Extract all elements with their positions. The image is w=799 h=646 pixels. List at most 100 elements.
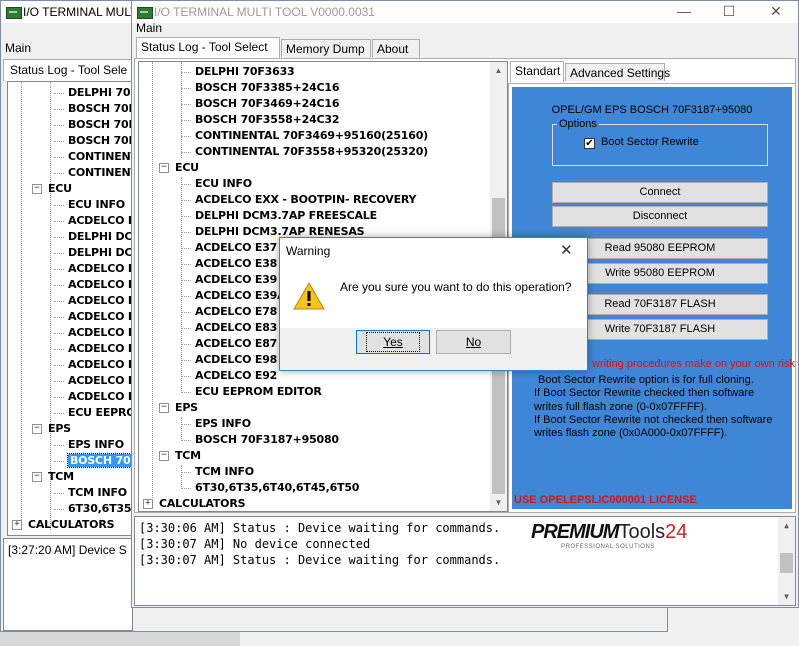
minimize-button[interactable]: — — [662, 1, 706, 21]
log-scrollbar[interactable]: ▲ ▼ — [778, 517, 795, 605]
tree-item[interactable]: ECU EEPROM EDITOR — [195, 385, 322, 398]
tree-item[interactable]: CONTINENTAL 70F3469+95160(25160) — [195, 129, 428, 142]
back-tab-status[interactable]: Status Log - Tool Sele — [3, 59, 133, 81]
tree-item[interactable]: DELPHI DCM3.7AP FREESCALE — [195, 209, 377, 222]
tree-item[interactable]: ACDELCO E98 — [195, 353, 277, 366]
tree-item[interactable]: BOSCH 70F3 — [68, 118, 134, 131]
tree-item[interactable]: BOSCH 70F3187+95080 — [195, 433, 339, 446]
tab-status-log[interactable]: Status Log - Tool Select — [136, 37, 280, 58]
tree-group-eps[interactable]: EPS — [48, 422, 71, 435]
tree-item[interactable]: ACDELCO E9 — [68, 390, 134, 403]
expand-icon[interactable]: + — [143, 499, 153, 509]
tree-item[interactable]: ACDELCO E9 — [68, 374, 134, 387]
tree-item[interactable]: EPS INFO — [195, 417, 251, 430]
tree-item[interactable]: CONTINENTAL 70F3558+95320(25320) — [195, 145, 428, 158]
tree-item[interactable]: ACDELCO E39A — [195, 289, 286, 302]
tree-connector — [181, 216, 191, 217]
tree-item[interactable]: BOSCH 70F3 — [68, 134, 134, 147]
tree-item[interactable]: ACDELCO E3 — [68, 278, 134, 291]
tree-connector — [54, 93, 64, 94]
tree-item[interactable]: ECU INFO — [68, 198, 125, 211]
tree-item[interactable]: ACDELCO E39 — [195, 273, 277, 286]
collapse-icon[interactable]: − — [32, 424, 42, 434]
tree-item[interactable]: DELPHI 70F — [68, 86, 134, 99]
tree-connector — [181, 104, 191, 105]
tree-connector — [181, 344, 191, 345]
tree-group-calculators[interactable]: CALCULATORS — [28, 518, 115, 531]
tree-item[interactable]: 6T30,6T35,6 — [68, 502, 134, 515]
tree-item[interactable]: ACDELCO E8 — [68, 342, 134, 355]
collapse-icon[interactable]: − — [32, 472, 42, 482]
tree-item[interactable]: EPS INFO — [68, 438, 124, 451]
tree-item[interactable]: ACDELCO E38 — [195, 257, 277, 270]
tree-item[interactable]: ACDELCO E3 — [68, 294, 134, 307]
tree-connector — [181, 200, 191, 201]
tab-about[interactable]: About — [372, 39, 420, 57]
back-menu-main[interactable]: Main — [5, 41, 31, 55]
tree-item[interactable]: ECU INFO — [195, 177, 252, 190]
warning-icon — [293, 281, 325, 310]
tree-item[interactable]: CONTINENTA — [68, 166, 134, 179]
tree-item[interactable]: CONTINENTA — [68, 150, 134, 163]
tree-item[interactable]: BOSCH 70F3558+24C32 — [195, 113, 340, 126]
tree-connector — [181, 392, 191, 393]
close-button[interactable]: ✕ — [754, 1, 798, 21]
connect-button[interactable]: Connect — [552, 182, 768, 203]
tab-memory-dump[interactable]: Memory Dump — [281, 39, 371, 57]
tree-item[interactable]: ACDELCO E7 — [68, 326, 134, 339]
tree-item[interactable]: ACDELCO E87 — [195, 337, 277, 350]
disconnect-button[interactable]: Disconnect — [552, 206, 768, 227]
tree-connector — [181, 177, 182, 393]
no-button[interactable]: No — [436, 330, 511, 354]
dialog-titlebar[interactable]: Warning ✕ — [280, 238, 587, 264]
tree-group-tcm[interactable]: TCM — [175, 449, 201, 462]
tree-item[interactable]: DELPHI DCN — [68, 230, 134, 243]
tree-group-eps[interactable]: EPS — [175, 401, 198, 414]
tree-group-calculators[interactable]: CALCULATORS — [159, 497, 246, 510]
tree-item[interactable]: TCM INFO — [195, 465, 254, 478]
expand-icon[interactable]: + — [12, 520, 22, 530]
taskbar-strip — [0, 632, 240, 646]
boot-sector-checkbox[interactable]: ✔ — [584, 138, 595, 149]
yes-button[interactable]: Yes — [356, 330, 430, 354]
tree-item[interactable]: ACDELCO EXX - BOOTPIN- RECOVERY — [195, 193, 417, 206]
scroll-up-arrow-icon[interactable]: ▲ — [490, 62, 507, 79]
tree-item[interactable]: ACDELCO E8 — [68, 358, 134, 371]
tree-item[interactable]: DELPHI 70F3633 — [195, 65, 295, 78]
log-scroll-thumb[interactable] — [780, 553, 793, 573]
tree-item[interactable]: ACDELCO EX — [68, 214, 134, 227]
front-titlebar[interactable]: I/O TERMINAL MULTI TOOL V0000.0031 — ☐ ✕ — [132, 1, 798, 23]
tree-item[interactable]: ECU EEPRON — [68, 406, 134, 419]
tree-group-ecu[interactable]: ECU — [175, 161, 199, 174]
tree-item[interactable]: ACDELCO E92 — [195, 369, 277, 382]
tree-item[interactable]: DELPHI DCN — [68, 246, 134, 259]
tab-standart[interactable]: Standart — [510, 61, 564, 82]
info-line: If Boot Sector Rewrite checked then soft… — [534, 387, 755, 400]
collapse-icon[interactable]: − — [32, 184, 42, 194]
maximize-button[interactable]: ☐ — [707, 1, 751, 21]
boot-sector-label[interactable]: Boot Sector Rewrite — [601, 136, 699, 148]
tree-item[interactable]: BOSCH 70F3469+24C16 — [195, 97, 340, 110]
tree-item[interactable]: BOSCH 70F3 — [68, 102, 134, 115]
tree-item[interactable]: BOSCH 70F3385+24C16 — [195, 81, 340, 94]
tree-item[interactable]: 6T30,6T35,6T40,6T45,6T50 — [195, 481, 359, 494]
scroll-down-arrow-icon[interactable]: ▼ — [490, 494, 507, 511]
collapse-icon[interactable]: − — [159, 403, 169, 413]
tree-group-tcm[interactable]: TCM — [48, 470, 74, 483]
log-scroll-down-icon[interactable]: ▼ — [778, 588, 795, 605]
tree-item[interactable]: ACDELCO E3 — [68, 310, 134, 323]
tree-item[interactable]: BOSCH 70F3 — [66, 453, 134, 468]
back-tree-view[interactable]: DELPHI 70F BOSCH 70F3 BOSCH 70F3 BOSCH 70F3… — [7, 81, 135, 536]
tree-group-ecu[interactable]: ECU — [48, 182, 72, 195]
tree-item[interactable]: ACDELCO E3 — [68, 262, 134, 275]
tab-advanced-settings[interactable]: Advanced Settings — [565, 63, 670, 81]
tree-item[interactable]: TCM INFO — [68, 486, 127, 499]
tree-item[interactable]: ACDELCO E37 — [195, 241, 277, 254]
tree-item[interactable]: ACDELCO E83 — [195, 321, 277, 334]
front-menu-main[interactable]: Main — [136, 21, 162, 35]
collapse-icon[interactable]: − — [159, 451, 169, 461]
collapse-icon[interactable]: − — [159, 163, 169, 173]
dialog-close-icon[interactable]: ✕ — [560, 241, 573, 259]
tree-item[interactable]: ACDELCO E78 — [195, 305, 277, 318]
log-scroll-up-icon[interactable]: ▲ — [778, 517, 795, 534]
